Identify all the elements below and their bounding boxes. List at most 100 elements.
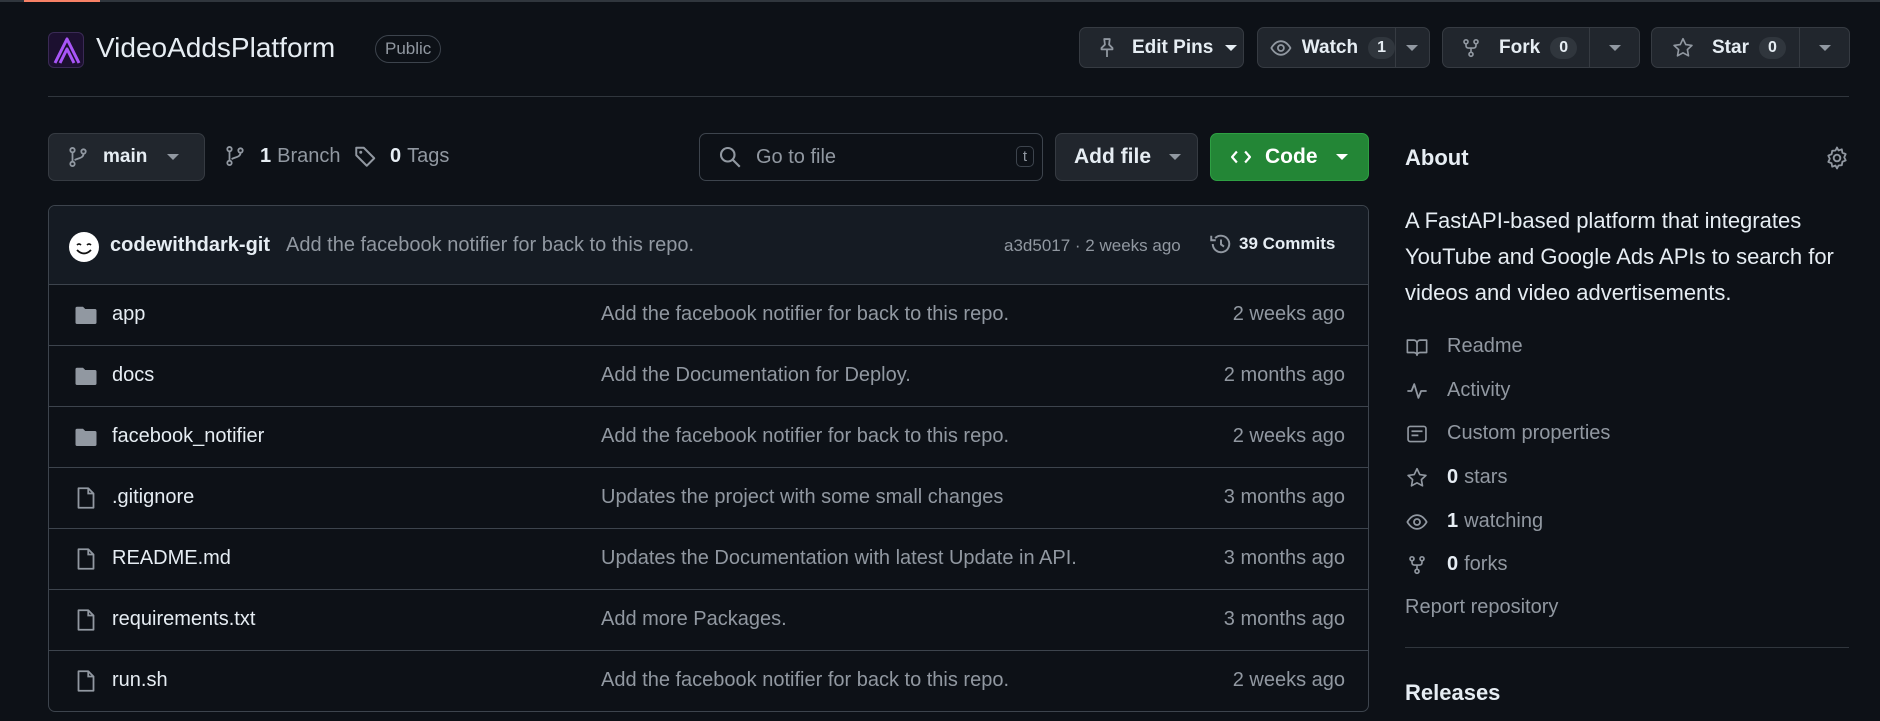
file-age: 3 months ago [1223, 547, 1345, 569]
file-row[interactable]: run.sh Add the facebook notifier for back… [49, 651, 1368, 711]
commits-link[interactable]: 39 Commits [1209, 232, 1335, 256]
repo-logo[interactable] [48, 32, 84, 68]
fork-label: Fork [1499, 36, 1541, 58]
avatar[interactable] [69, 232, 99, 262]
file-name[interactable]: app [112, 303, 145, 326]
file-table: codewithdark-git Add the facebook notifi… [48, 205, 1369, 712]
fork-dropdown[interactable] [1590, 28, 1639, 67]
custom-properties-label: Custom properties [1447, 422, 1611, 444]
pulse-icon [1407, 382, 1427, 399]
stars-link[interactable]: 0 stars [1405, 466, 1507, 489]
watch-main[interactable]: Watch 1 [1258, 28, 1395, 67]
file-name[interactable]: .gitignore [112, 486, 194, 509]
chevron-down-icon [1818, 44, 1831, 51]
forks-label: forks [1464, 553, 1508, 575]
star-icon [1407, 467, 1427, 487]
branches-count: 1 [260, 144, 272, 167]
about-settings-button[interactable] [1825, 146, 1849, 170]
file-name[interactable]: README.md [112, 547, 231, 570]
star-dropdown[interactable] [1800, 28, 1849, 67]
file-age: 3 months ago [1223, 608, 1345, 630]
file-name[interactable]: facebook_notifier [112, 425, 264, 448]
star-icon [1673, 37, 1693, 57]
tags-link[interactable]: 0 Tags [354, 144, 449, 168]
watch-dropdown[interactable] [1396, 28, 1429, 67]
file-commit-message[interactable]: Add more Packages. [601, 608, 787, 631]
chevron-down-icon [1406, 44, 1419, 51]
repo-name[interactable]: VideoAddsPlatform [96, 32, 335, 64]
avatar-face-icon [70, 233, 98, 261]
watching-link[interactable]: 1 watching [1405, 510, 1543, 533]
branches-link[interactable]: 1 Branch [224, 144, 341, 168]
file-icon [77, 670, 95, 692]
folder-icon [75, 306, 97, 324]
activity-label: Activity [1447, 379, 1511, 401]
activity-link[interactable]: Activity [1405, 379, 1510, 402]
add-file-button[interactable]: Add file [1055, 133, 1198, 181]
star-button[interactable]: Star 0 [1651, 27, 1850, 68]
watch-count: 1 [1368, 36, 1395, 59]
sidebar-divider [1405, 647, 1849, 648]
file-icon [77, 609, 95, 631]
fork-button[interactable]: Fork 0 [1442, 27, 1640, 68]
eye-icon [1406, 513, 1428, 530]
readme-link[interactable]: Readme [1405, 335, 1523, 358]
watching-count: 1 [1447, 510, 1459, 532]
fork-icon [1409, 555, 1425, 574]
file-commit-message[interactable]: Add the facebook notifier for back to th… [601, 425, 1009, 448]
file-name[interactable]: requirements.txt [112, 608, 255, 631]
fork-icon [1463, 38, 1479, 57]
branch-select[interactable]: main [48, 133, 205, 181]
file-row[interactable]: .gitignore Updates the project with some … [49, 468, 1368, 529]
branch-name: main [103, 146, 148, 167]
file-age: 2 months ago [1223, 364, 1345, 386]
file-age: 2 weeks ago [1232, 303, 1345, 325]
file-commit-message[interactable]: Add the Documentation for Deploy. [601, 364, 911, 387]
chevron-down-icon [1608, 44, 1621, 51]
custom-properties-link[interactable]: Custom properties [1405, 422, 1610, 445]
watch-button[interactable]: Watch 1 [1257, 27, 1430, 68]
branch-icon [69, 147, 87, 167]
chevron-down-icon [1335, 154, 1348, 160]
file-row[interactable]: app Add the facebook notifier for back to… [49, 285, 1368, 346]
tags-label: Tags [407, 144, 450, 167]
file-row[interactable]: README.md Updates the Documentation with … [49, 529, 1368, 590]
file-row[interactable]: docs Add the Documentation for Deploy. 2 m… [49, 346, 1368, 407]
fork-main[interactable]: Fork 0 [1443, 28, 1589, 67]
file-name[interactable]: docs [112, 364, 154, 387]
file-commit-message[interactable]: Add the facebook notifier for back to th… [601, 303, 1009, 326]
releases-title[interactable]: Releases [1405, 680, 1500, 706]
commit-author[interactable]: codewithdark-git [110, 234, 270, 257]
gear-icon [1827, 146, 1847, 170]
file-age: 2 weeks ago [1232, 669, 1345, 691]
commit-meta[interactable]: a3d5017 · 2 weeks ago [1004, 236, 1181, 256]
go-to-file-search[interactable]: Go to file t [699, 133, 1043, 181]
forks-link[interactable]: 0 forks [1405, 553, 1507, 576]
history-icon [1210, 234, 1231, 254]
search-placeholder: Go to file [756, 145, 837, 168]
repo-logo-icon [53, 37, 81, 64]
star-main[interactable]: Star 0 [1652, 28, 1799, 67]
forks-count: 0 [1447, 553, 1459, 575]
chevron-down-icon [167, 154, 180, 160]
edit-pins-label: Edit Pins [1132, 36, 1214, 58]
file-commit-message[interactable]: Updates the Documentation with latest Up… [601, 547, 1077, 570]
edit-pins-button[interactable]: Edit Pins [1079, 27, 1244, 68]
file-name[interactable]: run.sh [112, 669, 168, 692]
code-button[interactable]: Code [1210, 133, 1369, 181]
stars-count: 0 [1447, 466, 1459, 488]
report-repository-link[interactable]: Report repository [1405, 596, 1558, 619]
folder-icon [75, 428, 97, 446]
star-count: 0 [1758, 36, 1786, 59]
file-row[interactable]: requirements.txt Add more Packages. 3 mont… [49, 590, 1368, 651]
file-age: 2 weeks ago [1232, 425, 1345, 447]
file-commit-message[interactable]: Updates the project with some small chan… [601, 486, 1003, 509]
commit-message[interactable]: Add the facebook notifier for back to th… [286, 234, 694, 257]
fork-count: 0 [1550, 36, 1578, 59]
tags-count: 0 [390, 144, 402, 167]
commits-label: 39 Commits [1239, 234, 1336, 253]
add-file-label: Add file [1074, 145, 1151, 168]
file-commit-message[interactable]: Add the facebook notifier for back to th… [601, 669, 1009, 692]
search-shortcut-key: t [1015, 146, 1034, 167]
file-row[interactable]: facebook_notifier Add the facebook notifi… [49, 407, 1368, 468]
